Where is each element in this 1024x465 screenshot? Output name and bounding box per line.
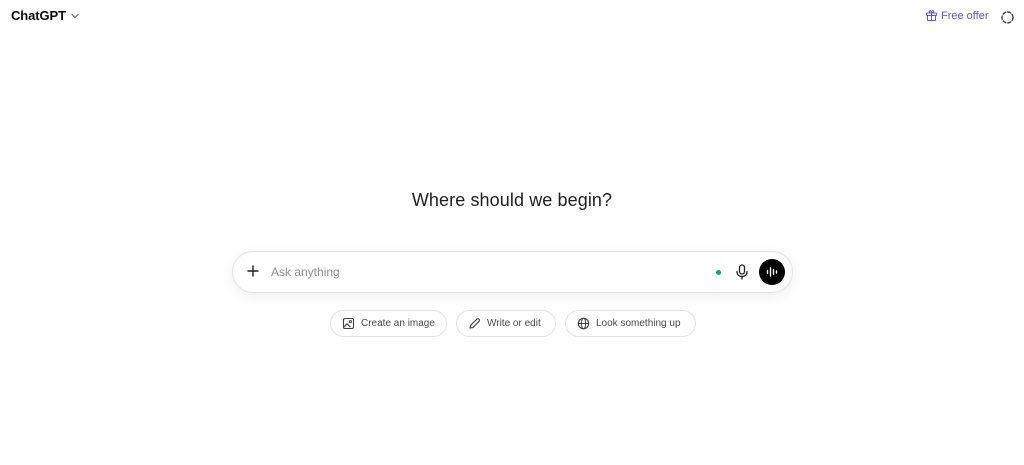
chip-label: Create an image [361, 318, 435, 329]
waveform-icon [766, 267, 778, 277]
status-dot [716, 270, 721, 275]
image-icon [342, 317, 355, 330]
page-title: Where should we begin? [411, 190, 613, 210]
chat-page: ChatGPT Free offer Where should we begin… [0, 0, 1024, 465]
model-switcher[interactable]: ChatGPT [11, 8, 80, 23]
model-name: ChatGPT [11, 8, 66, 23]
free-offer-label: Free offer [941, 9, 989, 22]
chevron-down-icon [71, 13, 79, 18]
pencil-icon [469, 318, 480, 329]
microphone-icon[interactable] [734, 263, 750, 281]
voice-mode-button[interactable] [759, 259, 785, 285]
prompt-input[interactable] [271, 263, 691, 281]
suggestion-chips: Create an image Write or edit Look somet… [0, 310, 1024, 339]
write-edit-chip[interactable]: Write or edit [456, 310, 556, 337]
globe-icon [577, 317, 590, 330]
create-image-chip[interactable]: Create an image [330, 310, 447, 337]
prompt-composer [232, 251, 793, 293]
top-bar: ChatGPT Free offer [0, 0, 1024, 34]
gift-icon [926, 10, 937, 21]
plus-icon[interactable] [244, 262, 262, 280]
temporary-chat-icon[interactable] [999, 9, 1016, 26]
free-offer-button[interactable]: Free offer [925, 9, 989, 22]
look-up-chip[interactable]: Look something up [565, 310, 696, 337]
chip-label: Write or edit [487, 318, 541, 329]
chip-label: Look something up [596, 318, 681, 329]
